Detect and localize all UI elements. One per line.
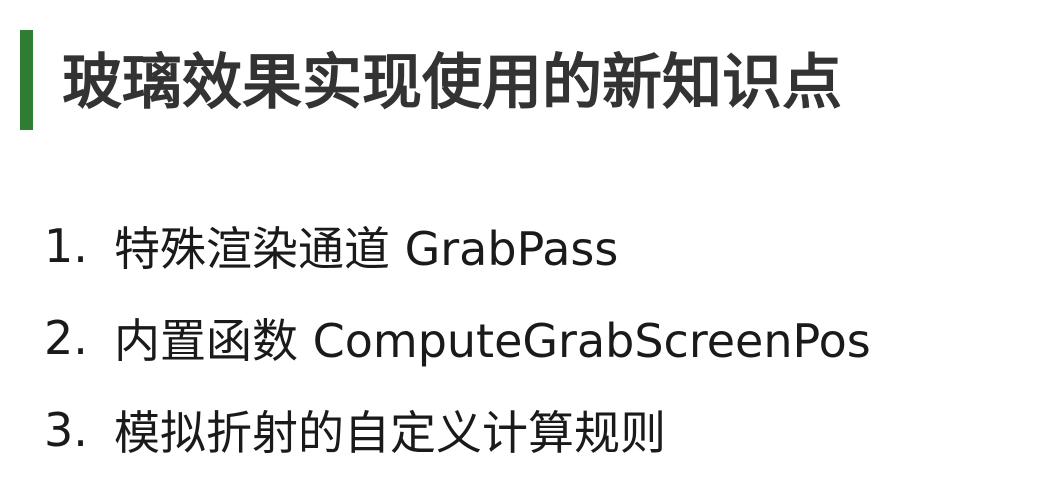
list-item: 2. 内置函数 ComputeGrabScreenPos	[44, 292, 871, 384]
list-item-text: 模拟折射的自定义计算规则	[114, 406, 666, 460]
knowledge-point-list: 1. 特殊渲染通道 GrabPass 2. 内置函数 ComputeGrabSc…	[44, 200, 871, 476]
page-title: 玻璃效果实现使用的新知识点	[62, 48, 842, 118]
list-item-text: 特殊渲染通道 GrabPass	[114, 222, 619, 276]
list-item-text: 内置函数 ComputeGrabScreenPos	[114, 314, 871, 368]
title-accent-bar	[20, 30, 33, 130]
list-item-number: 2.	[44, 311, 88, 365]
list-item-number: 3.	[44, 403, 88, 457]
list-item-number: 1.	[44, 219, 88, 273]
list-item: 3. 模拟折射的自定义计算规则	[44, 384, 871, 476]
list-item: 1. 特殊渲染通道 GrabPass	[44, 200, 871, 292]
